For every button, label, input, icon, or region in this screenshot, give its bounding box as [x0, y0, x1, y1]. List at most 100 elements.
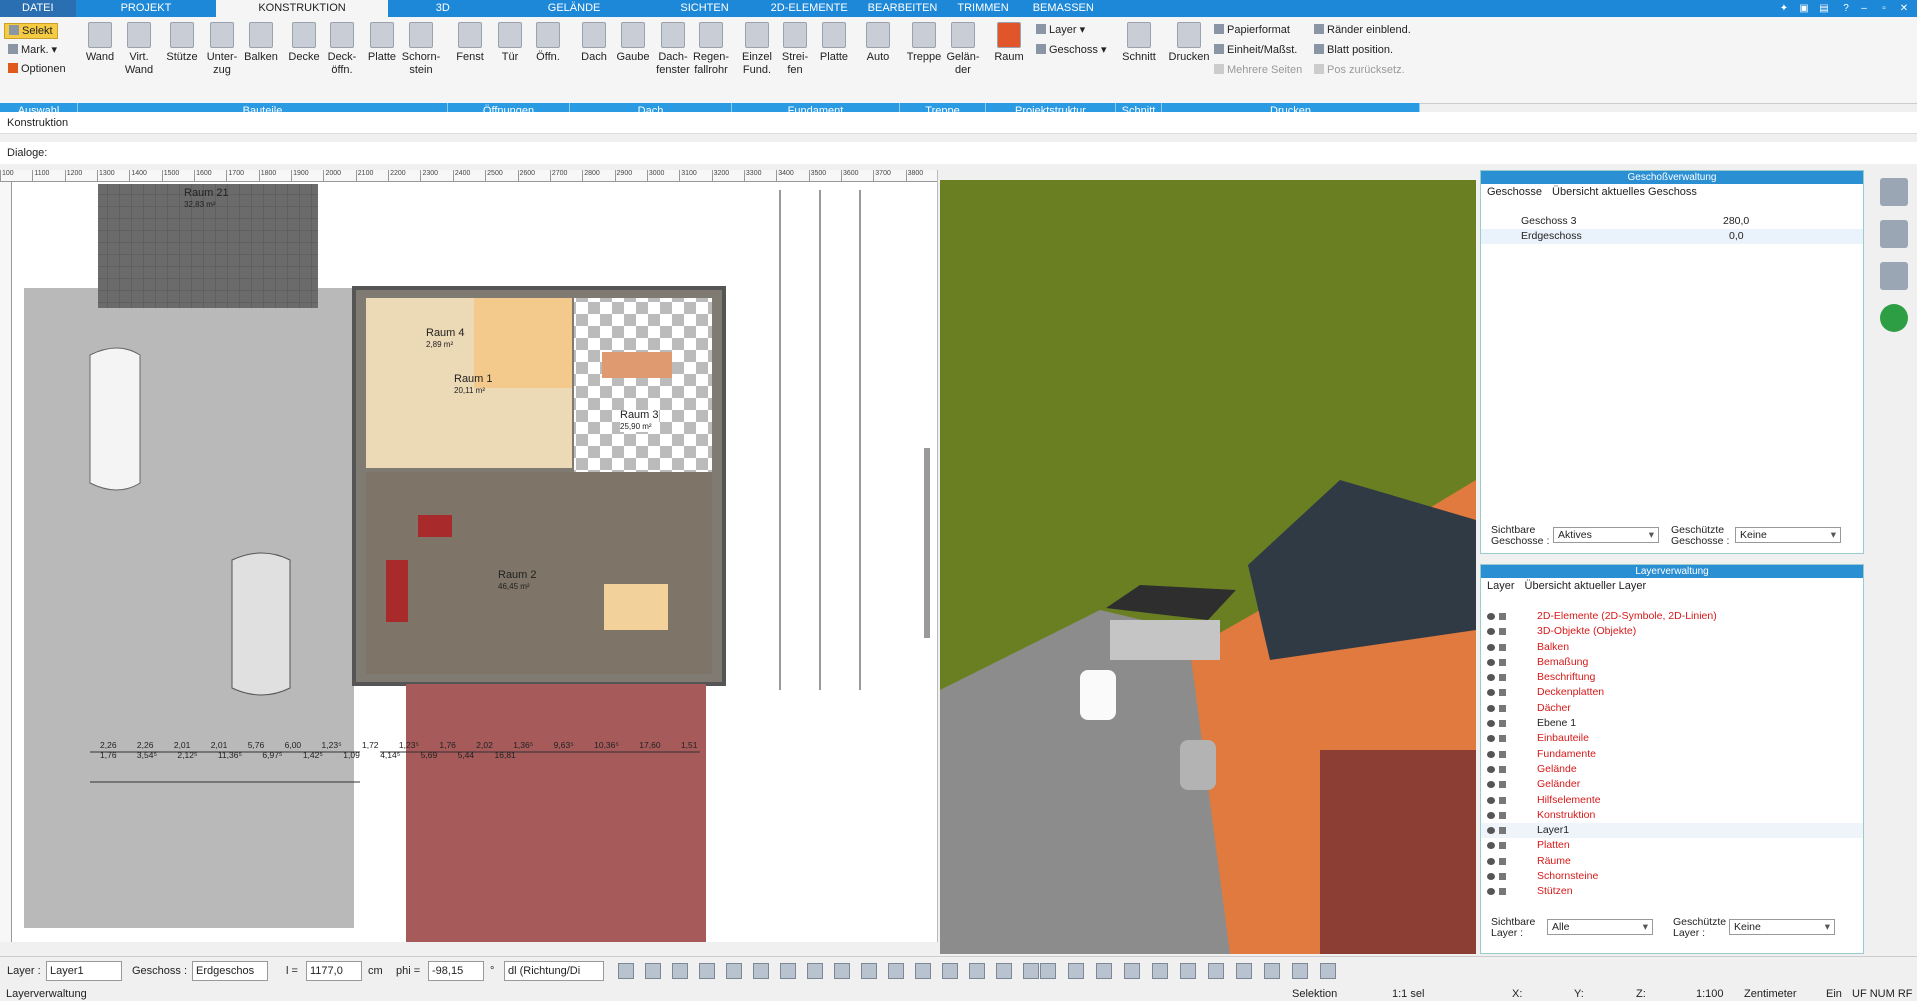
- view-tool-icon[interactable]: [1068, 963, 1084, 979]
- snap-tool-icon[interactable]: [861, 963, 877, 979]
- decke-button[interactable]: Decke: [286, 17, 322, 87]
- tab-datei[interactable]: DATEI: [0, 0, 76, 17]
- raender-button[interactable]: Ränder einblend.: [1314, 23, 1411, 37]
- mark-button[interactable]: Mark. ▾: [8, 43, 57, 57]
- geschuetzte-geschosse-select[interactable]: Keine: [1735, 527, 1841, 543]
- tab-uebersicht-geschoss[interactable]: Übersicht aktuelles Geschoss: [1552, 186, 1697, 198]
- eye-icon[interactable]: [1487, 811, 1495, 819]
- lock-icon[interactable]: [1499, 643, 1506, 651]
- snap-tool-icon[interactable]: [699, 963, 715, 979]
- view-tool-icon[interactable]: [1180, 963, 1196, 979]
- chair-icon[interactable]: [1880, 220, 1908, 248]
- tools-icon[interactable]: ✦: [1776, 0, 1792, 17]
- layer-row[interactable]: Ebene 1: [1481, 716, 1863, 731]
- tab-uebersicht-layer[interactable]: Übersicht aktueller Layer: [1525, 580, 1647, 592]
- window-icon[interactable]: ▣: [1796, 0, 1812, 17]
- layer-row[interactable]: Schornsteine: [1481, 869, 1863, 884]
- layer-row[interactable]: Layer1: [1481, 823, 1863, 839]
- eye-icon[interactable]: [1487, 765, 1495, 773]
- fenster-button[interactable]: Fenst: [452, 17, 488, 87]
- lock-icon[interactable]: [1499, 628, 1506, 636]
- tab-konstruktion[interactable]: KONSTRUKTION: [216, 0, 388, 17]
- geschoss-select[interactable]: Erdgeschos: [192, 961, 268, 981]
- eye-icon[interactable]: [1487, 704, 1495, 712]
- blatt-position-button[interactable]: Blatt position.: [1314, 43, 1393, 57]
- layer-row[interactable]: Dächer: [1481, 701, 1863, 716]
- lock-icon[interactable]: [1499, 842, 1506, 850]
- schornstein-button[interactable]: Schorn-stein: [400, 17, 442, 87]
- lock-icon[interactable]: [1499, 689, 1506, 697]
- lock-icon[interactable]: [1499, 613, 1506, 620]
- tab-sichten[interactable]: SICHTEN: [650, 0, 758, 17]
- minimize-icon[interactable]: –: [1856, 0, 1872, 17]
- eye-icon[interactable]: [1487, 842, 1495, 850]
- view-tool-icon[interactable]: [1264, 963, 1280, 979]
- raum-button[interactable]: Raum: [990, 17, 1028, 87]
- lock-icon[interactable]: [1499, 857, 1506, 865]
- snap-tool-icon[interactable]: [996, 963, 1012, 979]
- snap-tool-icon[interactable]: [726, 963, 742, 979]
- mode-select[interactable]: dl (Richtung/Di: [504, 961, 604, 981]
- layer-row[interactable]: Gelände: [1481, 762, 1863, 777]
- view-tool-icon[interactable]: [1292, 963, 1308, 979]
- snap-tool-icon[interactable]: [834, 963, 850, 979]
- virt-wand-button[interactable]: Virt. Wand: [120, 17, 158, 87]
- lock-icon[interactable]: [1499, 704, 1506, 712]
- einzelfund-button[interactable]: Einzel Fund.: [738, 17, 776, 87]
- layer-row[interactable]: Geländer: [1481, 777, 1863, 792]
- tab-2d-elemente[interactable]: 2D-ELEMENTE: [759, 0, 860, 17]
- snap-tool-icon[interactable]: [969, 963, 985, 979]
- geschuetzte-layer-select[interactable]: Keine: [1729, 919, 1835, 935]
- view-tool-icon[interactable]: [1124, 963, 1140, 979]
- gaube-button[interactable]: Gaube: [614, 17, 652, 87]
- lock-icon[interactable]: [1499, 750, 1506, 758]
- snap-tool-icon[interactable]: [618, 963, 634, 979]
- auto-button[interactable]: Auto: [859, 17, 897, 87]
- layer-row[interactable]: Beschriftung: [1481, 670, 1863, 685]
- snap-tool-icon[interactable]: [645, 963, 661, 979]
- eye-icon[interactable]: [1487, 674, 1495, 682]
- snap-tool-icon[interactable]: [888, 963, 904, 979]
- treppe-button[interactable]: Treppe: [904, 17, 944, 87]
- tree-icon[interactable]: [1880, 304, 1908, 332]
- lock-icon[interactable]: [1499, 735, 1506, 743]
- view-tool-icon[interactable]: [1096, 963, 1112, 979]
- eye-icon[interactable]: [1487, 613, 1495, 620]
- layer-row[interactable]: Stützen: [1481, 884, 1863, 899]
- view-tool-icon[interactable]: [1208, 963, 1224, 979]
- view-tool-icon[interactable]: [1152, 963, 1168, 979]
- optionen-button[interactable]: Optionen: [8, 62, 66, 76]
- tuer-button[interactable]: Tür: [492, 17, 528, 87]
- zoom-fit-icon[interactable]: [1880, 262, 1908, 290]
- layer-row[interactable]: Deckenplatten: [1481, 685, 1863, 700]
- tab-gelaende[interactable]: GELÄNDE: [498, 0, 651, 17]
- lock-icon[interactable]: [1499, 781, 1506, 789]
- balken-button[interactable]: Balken: [242, 17, 280, 87]
- eye-icon[interactable]: [1487, 781, 1495, 789]
- lock-icon[interactable]: [1499, 888, 1506, 896]
- eye-icon[interactable]: [1487, 888, 1495, 896]
- geschoss-row-active[interactable]: Erdgeschoss 0,0: [1481, 229, 1863, 244]
- help-icon[interactable]: ?: [1838, 0, 1854, 17]
- snap-tool-icon[interactable]: [780, 963, 796, 979]
- sichtbare-layer-select[interactable]: Alle: [1547, 919, 1653, 935]
- streifen-button[interactable]: Strei-fen: [776, 17, 814, 87]
- sichtbare-geschosse-select[interactable]: Aktives: [1553, 527, 1659, 543]
- lock-icon[interactable]: [1499, 827, 1506, 835]
- layer-row[interactable]: 3D-Objekte (Objekte): [1481, 624, 1863, 639]
- layer-row[interactable]: Balken: [1481, 640, 1863, 655]
- eye-icon[interactable]: [1487, 857, 1495, 865]
- gelaender-button[interactable]: Gelän-der: [944, 17, 982, 87]
- geschoss-dropdown[interactable]: Geschoss ▾: [1036, 43, 1107, 57]
- eye-icon[interactable]: [1487, 873, 1495, 881]
- layers-icon[interactable]: [1880, 178, 1908, 206]
- tab-trimmen[interactable]: TRIMMEN: [945, 0, 1020, 17]
- einheit-button[interactable]: Einheit/Maßst.: [1214, 43, 1297, 57]
- deckoeffn-button[interactable]: Deck-öffn.: [323, 17, 361, 87]
- tab-geschosse[interactable]: Geschosse: [1487, 186, 1542, 198]
- snap-tool-icon[interactable]: [753, 963, 769, 979]
- layer-row[interactable]: Hilfselemente: [1481, 793, 1863, 808]
- snap-tool-icon[interactable]: [942, 963, 958, 979]
- wand-button[interactable]: Wand: [82, 17, 118, 87]
- eye-icon[interactable]: [1487, 827, 1495, 835]
